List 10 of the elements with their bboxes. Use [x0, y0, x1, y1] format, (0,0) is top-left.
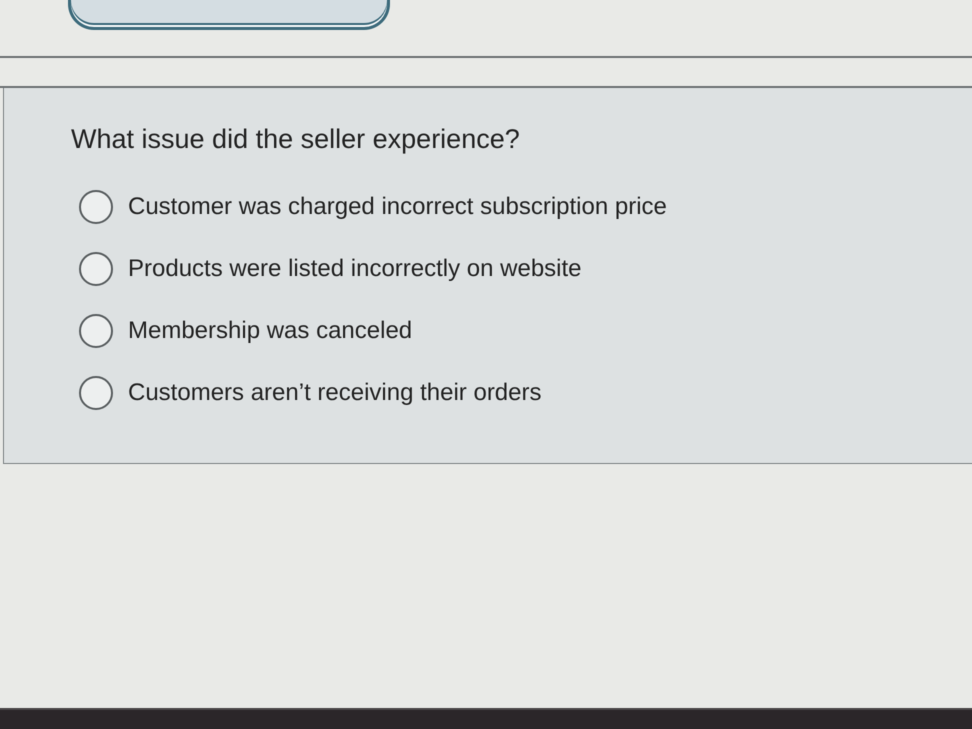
option-label: Products were listed incorrectly on website	[128, 254, 582, 284]
option-label: Customer was charged incorrect subscription price	[128, 192, 667, 222]
radio-button[interactable]	[79, 376, 113, 410]
option-label: Customers aren’t receiving their orders	[128, 378, 542, 408]
radio-button[interactable]	[79, 314, 113, 348]
top-button[interactable]	[68, 0, 390, 30]
radio-button[interactable]	[79, 252, 113, 286]
question-text: What issue did the seller experience?	[71, 123, 520, 156]
radio-button[interactable]	[79, 190, 113, 224]
option-label: Membership was canceled	[128, 316, 412, 346]
